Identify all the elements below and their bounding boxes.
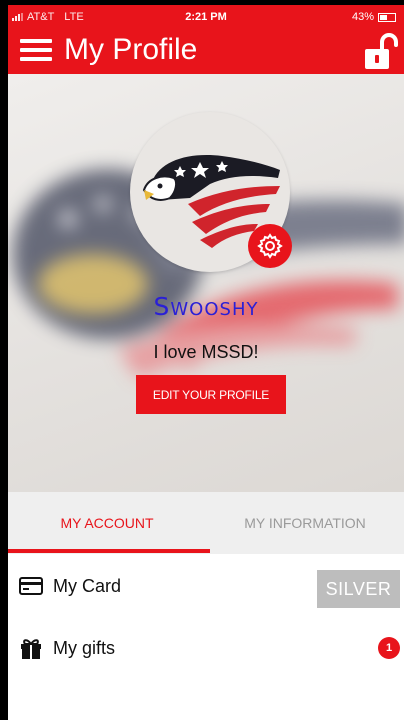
list-item-my-gifts[interactable]: My gifts 1 bbox=[8, 620, 404, 676]
tab-my-information[interactable]: MY INFORMATION bbox=[206, 492, 404, 554]
status-time: 2:21 PM bbox=[185, 11, 227, 23]
gear-icon[interactable] bbox=[248, 224, 292, 268]
battery-icon bbox=[378, 12, 396, 22]
status-bar: AT&T LTE 2:21 PM 43% bbox=[8, 5, 404, 27]
card-icon bbox=[18, 573, 44, 599]
list-item-my-card[interactable]: My Card SILVER bbox=[8, 558, 404, 614]
list-item-label: My Card bbox=[53, 575, 122, 596]
unlock-icon[interactable] bbox=[362, 31, 398, 71]
hamburger-icon[interactable] bbox=[20, 37, 52, 63]
battery-info: 43% bbox=[352, 11, 396, 23]
profile-header: Swooshy I love MSSD! EDIT YOUR PROFILE bbox=[8, 74, 404, 492]
active-tab-indicator bbox=[8, 549, 210, 553]
profile-tabs: MY ACCOUNT MY INFORMATION bbox=[8, 492, 404, 554]
tier-badge: SILVER bbox=[317, 570, 400, 608]
edit-profile-button[interactable]: EDIT YOUR PROFILE bbox=[136, 375, 286, 414]
top-bar: AT&T LTE 2:21 PM 43% My Profile bbox=[8, 5, 404, 74]
profile-username: Swooshy bbox=[153, 292, 259, 321]
list-item-label: My gifts bbox=[53, 637, 116, 658]
app-bar: My Profile bbox=[8, 27, 404, 74]
account-list: My Card SILVER My gifts 1 bbox=[8, 554, 404, 720]
profile-motto: I love MSSD! bbox=[153, 342, 259, 362]
gift-icon bbox=[18, 635, 44, 661]
app-screen: AT&T LTE 2:21 PM 43% My Profile Swooshy … bbox=[8, 5, 404, 720]
battery-percent: 43% bbox=[351, 11, 374, 23]
gift-count-badge: 1 bbox=[378, 637, 400, 659]
page-title: My Profile bbox=[64, 33, 198, 66]
device-frame: AT&T LTE 2:21 PM 43% My Profile Swooshy … bbox=[0, 0, 404, 720]
tab-my-account[interactable]: MY ACCOUNT bbox=[8, 492, 206, 554]
